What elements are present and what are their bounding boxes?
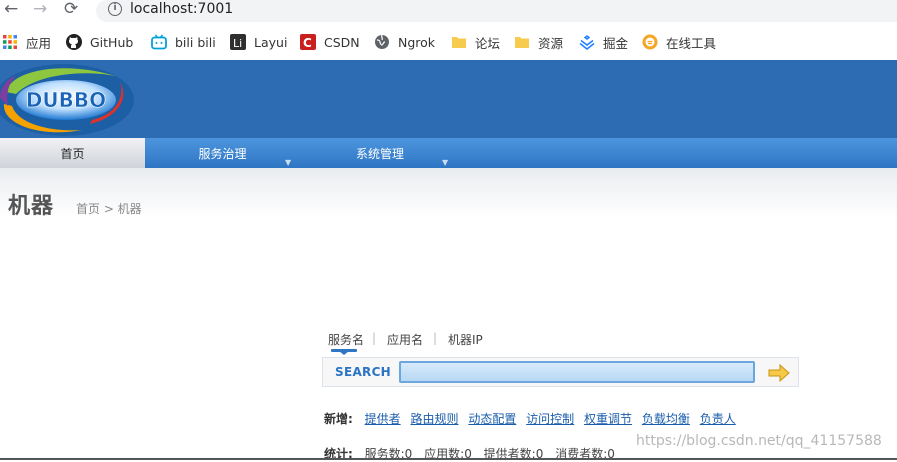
csdn-icon: C	[300, 34, 316, 50]
search-box: SEARCH	[322, 357, 799, 387]
github-icon	[66, 34, 82, 50]
bookmark-bilibili[interactable]: bili bili	[151, 32, 216, 52]
add-dynamic-config-link[interactable]: 动态配置	[468, 412, 516, 426]
bookmark-forum[interactable]: 论坛	[451, 32, 500, 52]
back-arrow-icon[interactable]: ←	[4, 0, 18, 18]
bookmarks-bar: 应用 GitHub bili bili Li Layui C CSDN Ngro…	[0, 28, 897, 56]
menu-label: 系统管理	[355, 147, 404, 161]
watermark: https://blog.csdn.net/qq_41157588	[636, 433, 882, 449]
folder-icon	[452, 37, 466, 48]
globe-icon	[375, 34, 389, 49]
active-tab-pointer	[339, 351, 349, 355]
layui-icon: Li	[230, 34, 246, 50]
menu-service-governance[interactable]: 服务治理 ▼	[145, 138, 300, 168]
tab-separator: |	[433, 331, 438, 345]
tool-icon	[642, 34, 658, 50]
arrow-right-icon[interactable]	[767, 364, 791, 382]
bookmark-label: 掘金	[603, 35, 629, 51]
bookmark-label: 在线工具	[666, 35, 717, 51]
breadcrumb: 首页 > 机器	[76, 202, 142, 216]
menu-label: 服务治理	[198, 147, 247, 161]
juejin-icon	[579, 35, 595, 50]
bookmark-label: 应用	[26, 35, 52, 51]
page-title: 机器	[8, 194, 55, 219]
menu-home[interactable]: 首页	[0, 138, 145, 168]
url-text[interactable]: localhost:7001	[130, 1, 233, 17]
add-owner-link[interactable]: 负责人	[700, 412, 736, 426]
add-route-link[interactable]: 路由规则	[410, 412, 458, 426]
add-label: 新增:	[324, 412, 353, 426]
svg-text:Li: Li	[233, 37, 242, 50]
add-provider-link[interactable]: 提供者	[365, 412, 401, 426]
logo-text: DUBBO	[26, 88, 106, 112]
bookmark-label: CSDN	[324, 34, 360, 50]
add-weight-link[interactable]: 权重调节	[584, 412, 632, 426]
menu-system-management[interactable]: 系统管理 ▼	[300, 138, 460, 168]
bookmark-online-tools[interactable]: 在线工具	[642, 32, 716, 52]
search-input[interactable]	[399, 361, 755, 383]
bookmark-csdn[interactable]: C CSDN	[300, 32, 360, 52]
browser-toolbar: ← → ⟳ i localhost:7001	[0, 0, 897, 22]
bookmark-label: Layui	[254, 34, 288, 50]
svg-text:C: C	[303, 36, 312, 50]
tab-separator: |	[372, 331, 377, 345]
bookmark-layui[interactable]: Li Layui	[230, 32, 287, 52]
address-bar[interactable]: i localhost:7001	[96, 0, 897, 22]
reload-icon[interactable]: ⟳	[64, 0, 78, 18]
bookmark-github[interactable]: GitHub	[66, 32, 133, 52]
menu-label: 首页	[60, 147, 85, 161]
add-links-row: 新增: 提供者 路由规则 动态配置 访问控制 权重调节 负载均衡 负责人	[324, 410, 742, 427]
forward-arrow-icon[interactable]: →	[33, 0, 47, 18]
bookmark-label: 论坛	[475, 35, 501, 51]
bookmark-resources[interactable]: 资源	[514, 32, 563, 52]
main-menu: 首页 服务治理 ▼ 系统管理 ▼	[0, 138, 897, 168]
tab-app-name[interactable]: 应用名	[387, 331, 423, 348]
bookmark-juejin[interactable]: 掘金	[579, 32, 628, 52]
bilibili-icon	[151, 34, 167, 50]
info-icon[interactable]: i	[108, 2, 122, 16]
add-access-control-link[interactable]: 访问控制	[526, 412, 574, 426]
bookmark-label: Ngrok	[398, 34, 436, 50]
bookmark-label: 资源	[538, 35, 564, 51]
bookmark-label: GitHub	[90, 34, 134, 50]
tab-service-name[interactable]: 服务名	[328, 331, 364, 348]
bookmark-apps[interactable]: 应用	[2, 32, 51, 52]
search-label: SEARCH	[335, 365, 392, 379]
tab-machine-ip[interactable]: 机器IP	[448, 331, 483, 348]
add-load-balance-link[interactable]: 负载均衡	[642, 412, 690, 426]
app-header: DUBBO	[0, 60, 897, 138]
apps-grid-icon	[3, 35, 17, 49]
bookmark-label: bili bili	[175, 34, 216, 50]
bookmark-ngrok[interactable]: Ngrok	[374, 32, 435, 52]
folder-icon	[515, 37, 529, 48]
dubbo-logo[interactable]: DUBBO	[0, 60, 135, 138]
